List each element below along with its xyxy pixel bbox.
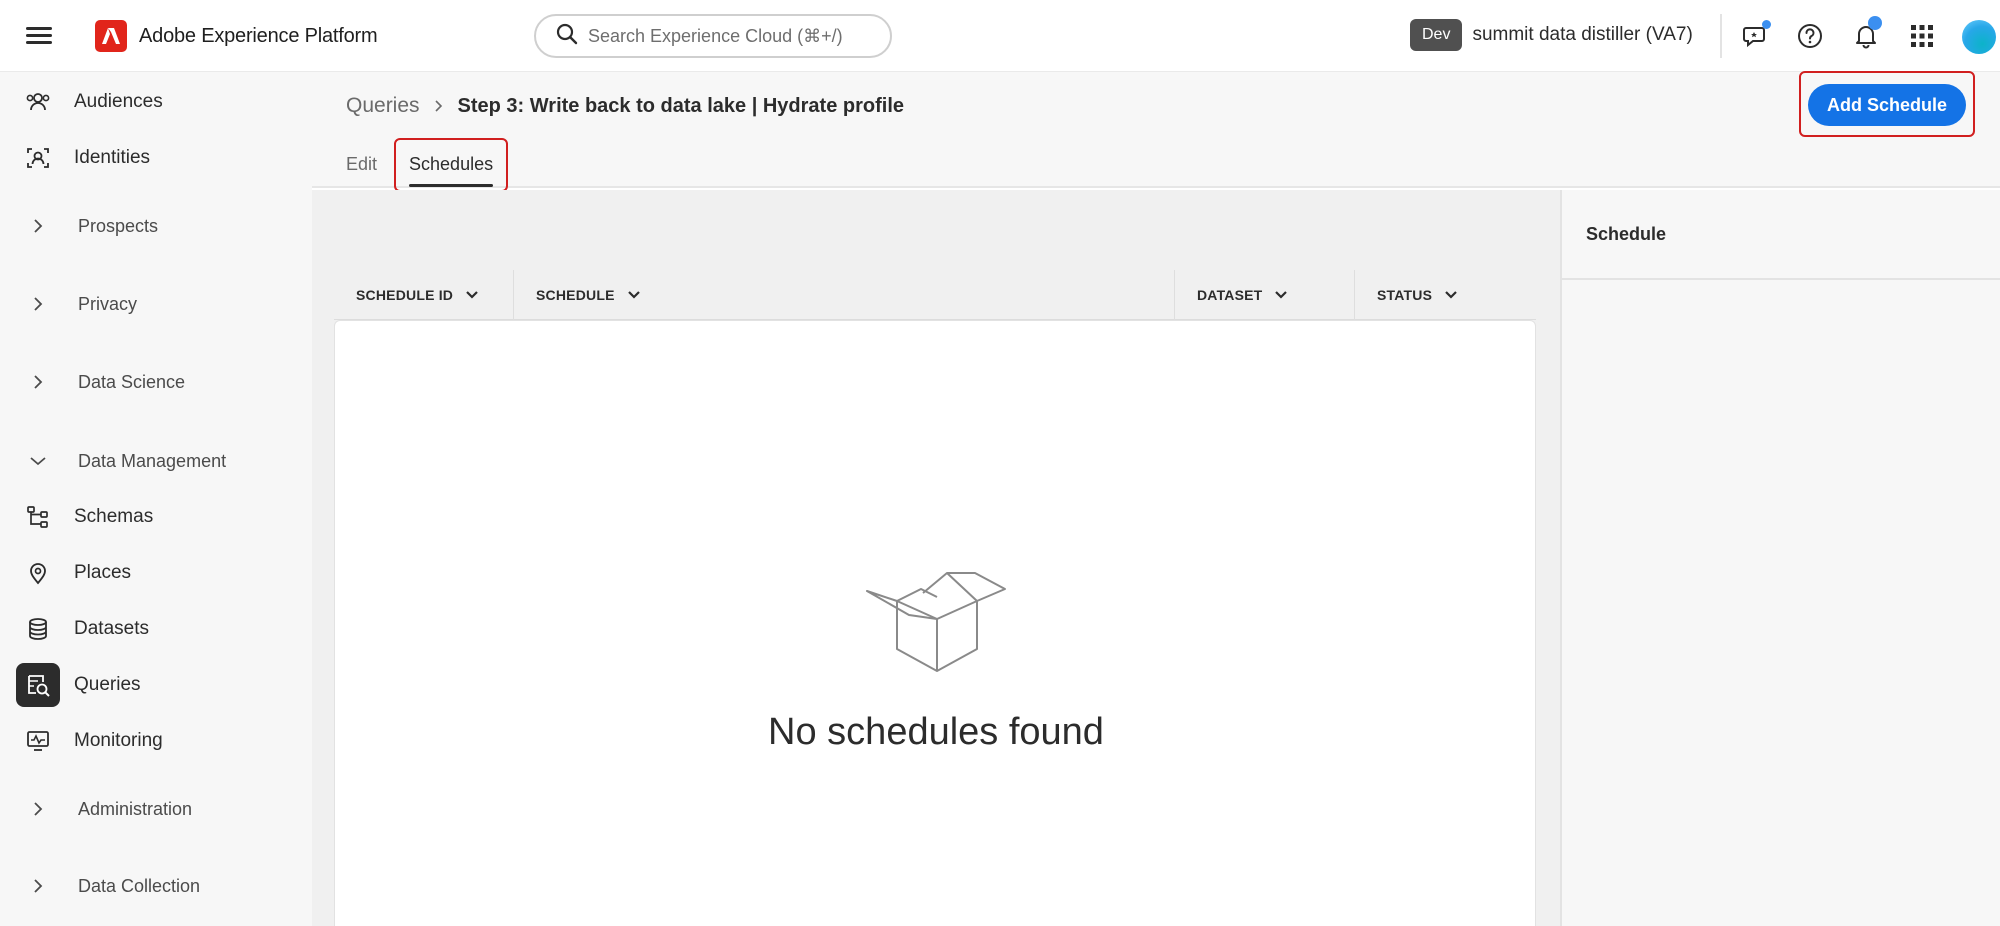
sidebar-group-data-science[interactable]: Data Science <box>16 360 296 404</box>
column-header-label: DATASET <box>1197 287 1263 303</box>
sidebar-group-privacy[interactable]: Privacy <box>16 282 296 326</box>
chevron-down-icon <box>465 290 479 300</box>
chevron-down-icon <box>1444 290 1458 300</box>
chevron-right-icon <box>16 282 60 326</box>
chevron-down-icon <box>627 290 641 300</box>
sidebar-group-label: Prospects <box>78 215 159 236</box>
search-box[interactable] <box>534 14 892 58</box>
chevron-right-icon <box>16 787 60 831</box>
schedules-table: SCHEDULE ID SCHEDULE DATASET STATUS No s… <box>334 270 1536 926</box>
places-icon <box>16 551 60 595</box>
page-title: Step 3: Write back to data lake | Hydrat… <box>457 94 904 117</box>
sidebar-item-monitoring[interactable]: Monitoring <box>16 719 296 763</box>
avatar[interactable] <box>1962 20 1996 54</box>
page-header: Queries Step 3: Write back to data lake … <box>312 72 2000 188</box>
tab-edit[interactable]: Edit <box>346 150 377 185</box>
schedules-content: SCHEDULE ID SCHEDULE DATASET STATUS No s… <box>312 190 1560 926</box>
adobe-logo-icon <box>95 20 127 52</box>
column-header-label: SCHEDULE ID <box>356 287 454 303</box>
tab-schedules[interactable]: Schedules <box>409 150 494 187</box>
sidebar-item-label: Places <box>74 562 132 583</box>
menu-icon[interactable] <box>26 24 52 48</box>
sidebar-item-audiences[interactable]: Audiences <box>16 80 296 124</box>
sidebar-item-label: Audiences <box>74 91 163 112</box>
sidebar-group-label: Privacy <box>78 293 138 314</box>
column-header-label: SCHEDULE <box>536 287 615 303</box>
chevron-right-icon <box>16 360 60 404</box>
sidebar-item-label: Identities <box>74 147 151 168</box>
panel-title: Schedule <box>1586 224 1667 244</box>
sidebar-item-label: Monitoring <box>74 730 163 751</box>
notifications-icon[interactable] <box>1850 16 1882 52</box>
sidebar-group-data-management[interactable]: Data Management <box>16 439 296 483</box>
sidebar-group-label: Data Collection <box>78 875 201 896</box>
sidebar-group-administration[interactable]: Administration <box>16 787 296 831</box>
column-header-label: STATUS <box>1377 287 1433 303</box>
sidebar-item-label: Schemas <box>74 506 154 527</box>
top-bar: Adobe Experience Platform Dev summit dat… <box>0 0 2000 72</box>
sidebar: Audiences Identities Prospects Privacy D… <box>0 72 312 926</box>
breadcrumb-queries-link[interactable]: Queries <box>346 94 420 118</box>
column-header-dataset[interactable]: DATASET <box>1175 270 1355 320</box>
breadcrumb: Queries Step 3: Write back to data lake … <box>346 94 904 118</box>
sidebar-item-label: Queries <box>74 674 141 695</box>
topbar-divider <box>1720 14 1722 58</box>
search-input[interactable] <box>588 25 868 47</box>
org-switcher[interactable]: Dev summit data distiller (VA7) <box>1410 19 1693 51</box>
column-header-status[interactable]: STATUS <box>1355 270 1536 320</box>
sidebar-item-places[interactable]: Places <box>16 551 296 595</box>
sidebar-group-label: Data Management <box>78 450 227 471</box>
chevron-down-icon <box>1274 290 1288 300</box>
sidebar-item-identities[interactable]: Identities <box>16 136 296 180</box>
sandbox-badge: Dev <box>1410 19 1463 51</box>
sidebar-group-label: Administration <box>78 798 193 819</box>
chevron-right-icon <box>16 864 60 908</box>
empty-box-icon <box>865 571 1009 686</box>
sidebar-group-label: Data Science <box>78 371 186 392</box>
app-name: Adobe Experience Platform <box>139 24 378 47</box>
chevron-right-icon <box>434 99 444 113</box>
sidebar-group-data-collection[interactable]: Data Collection <box>16 864 296 908</box>
datasets-icon <box>16 607 60 651</box>
sidebar-item-label: Datasets <box>74 618 149 639</box>
feedback-dot <box>1762 20 1771 29</box>
sidebar-group-prospects[interactable]: Prospects <box>16 204 296 248</box>
chevron-down-icon <box>16 439 60 483</box>
notification-badge <box>1868 16 1882 30</box>
add-schedule-button[interactable]: Add Schedule <box>1808 84 1966 126</box>
table-header: SCHEDULE ID SCHEDULE DATASET STATUS <box>334 270 1536 320</box>
table-body: No schedules found <box>334 320 1536 926</box>
audiences-icon <box>16 80 60 124</box>
org-name: summit data distiller (VA7) <box>1472 24 1693 45</box>
sidebar-item-schemas[interactable]: Schemas <box>16 495 296 539</box>
schemas-icon <box>16 495 60 539</box>
panel-divider <box>1562 278 2000 280</box>
help-icon[interactable] <box>1794 20 1826 52</box>
sidebar-item-datasets[interactable]: Datasets <box>16 607 296 651</box>
identities-icon <box>16 136 60 180</box>
search-icon <box>556 23 578 50</box>
app-brand[interactable]: Adobe Experience Platform <box>95 20 378 52</box>
apps-grid-icon[interactable] <box>1906 20 1938 52</box>
monitoring-icon <box>16 719 60 763</box>
column-header-schedule-id[interactable]: SCHEDULE ID <box>334 270 514 320</box>
queries-icon <box>16 663 60 707</box>
column-header-schedule[interactable]: SCHEDULE <box>514 270 1175 320</box>
empty-state-message: No schedules found <box>768 711 1104 753</box>
tab-list: Edit Schedules <box>346 150 525 187</box>
chevron-right-icon <box>16 204 60 248</box>
sidebar-item-queries[interactable]: Queries <box>16 663 296 707</box>
details-panel: Schedule <box>1560 190 2000 926</box>
feedback-icon[interactable] <box>1740 20 1772 52</box>
